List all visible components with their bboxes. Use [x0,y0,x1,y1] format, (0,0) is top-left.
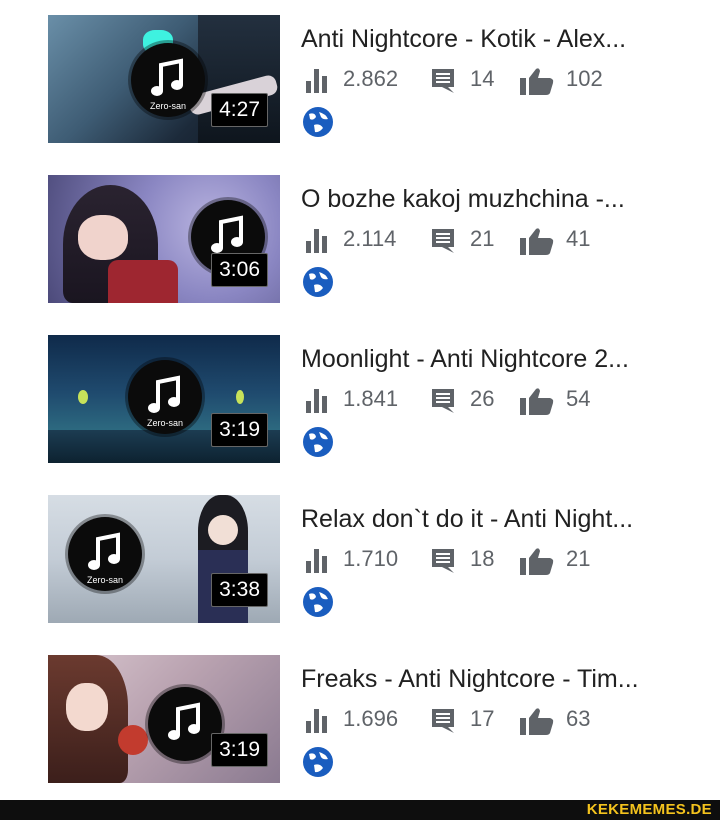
video-thumbnail[interactable]: 3:06 [48,175,280,303]
thumbnail-logo-text: Zero-san [150,101,186,111]
duration-badge: 3:06 [211,253,268,287]
video-stats: 1.696 17 63 [306,705,706,735]
duration-badge: 4:27 [211,93,268,127]
view-count: 2.862 [343,66,399,91]
comment-count: 21 [470,226,495,251]
video-title[interactable]: Freaks - Anti Nightcore - Tim... [301,663,701,695]
like-count: 41 [566,226,591,251]
watermark-text: KEKEMEMES.DE [586,801,712,818]
comment-count: 18 [470,546,495,571]
like-count: 102 [566,66,603,91]
comment-icon [432,549,454,573]
bar-chart-icon [306,69,327,93]
duration-badge: 3:19 [211,733,268,767]
video-item[interactable]: Zero-san 4:27 Anti Nightcore - Kotik - A… [0,15,720,145]
video-title[interactable]: O bozhe kakoj muzhchina -... [301,183,701,215]
like-count: 54 [566,386,591,411]
video-thumbnail[interactable]: Zero-san 4:27 [48,15,280,143]
thumbnail-logo-text: Zero-san [147,418,183,428]
duration-badge: 3:38 [211,573,268,607]
video-item[interactable]: 3:06 O bozhe kakoj muzhchina -... 2.114 … [0,175,720,305]
globe-icon [303,267,333,297]
video-list: Zero-san 4:27 Anti Nightcore - Kotik - A… [0,0,720,800]
music-note-logo: Zero-san [128,360,202,434]
video-stats: 2.114 21 41 [306,225,706,255]
comment-icon [432,229,454,253]
globe-icon [303,747,333,777]
view-count: 1.841 [343,386,399,411]
video-item[interactable]: 3:19 Freaks - Anti Nightcore - Tim... 1.… [0,655,720,785]
video-item[interactable]: Zero-san 3:38 Relax don`t do it - Anti N… [0,495,720,625]
video-thumbnail[interactable]: Zero-san 3:38 [48,495,280,623]
comment-count: 17 [470,706,495,731]
music-note-logo: Zero-san [68,517,142,591]
video-title[interactable]: Relax don`t do it - Anti Night... [301,503,701,535]
thumbs-up-icon[interactable] [520,707,554,735]
video-stats: 1.710 18 21 [306,545,706,575]
globe-icon [303,587,333,617]
comment-icon [432,69,454,93]
bar-chart-icon [306,549,327,573]
video-thumbnail[interactable]: 3:19 [48,655,280,783]
duration-badge: 3:19 [211,413,268,447]
like-count: 63 [566,706,591,731]
view-count: 2.114 [343,226,397,251]
thumbs-up-icon[interactable] [520,227,554,255]
bar-chart-icon [306,229,327,253]
globe-icon [303,107,333,137]
thumbs-up-icon[interactable] [520,67,554,95]
video-title[interactable]: Moonlight - Anti Nightcore 2... [301,343,701,375]
video-title[interactable]: Anti Nightcore - Kotik - Alex... [301,23,701,55]
video-item[interactable]: Zero-san 3:19 Moonlight - Anti Nightcore… [0,335,720,465]
video-stats: 1.841 26 54 [306,385,706,415]
watermark-bar: KEKEMEMES.DE [0,800,720,820]
comment-icon [432,389,454,413]
bar-chart-icon [306,709,327,733]
view-count: 1.710 [343,546,399,571]
video-stats: 2.862 14 102 [306,65,706,95]
music-note-logo: Zero-san [131,43,205,117]
comment-count: 14 [470,66,495,91]
thumbs-up-icon[interactable] [520,547,554,575]
thumbnail-logo-text: Zero-san [87,575,123,585]
comment-icon [432,709,454,733]
video-thumbnail[interactable]: Zero-san 3:19 [48,335,280,463]
bar-chart-icon [306,389,327,413]
view-count: 1.696 [343,706,399,731]
globe-icon [303,427,333,457]
thumbs-up-icon[interactable] [520,387,554,415]
comment-count: 26 [470,386,495,411]
like-count: 21 [566,546,591,571]
